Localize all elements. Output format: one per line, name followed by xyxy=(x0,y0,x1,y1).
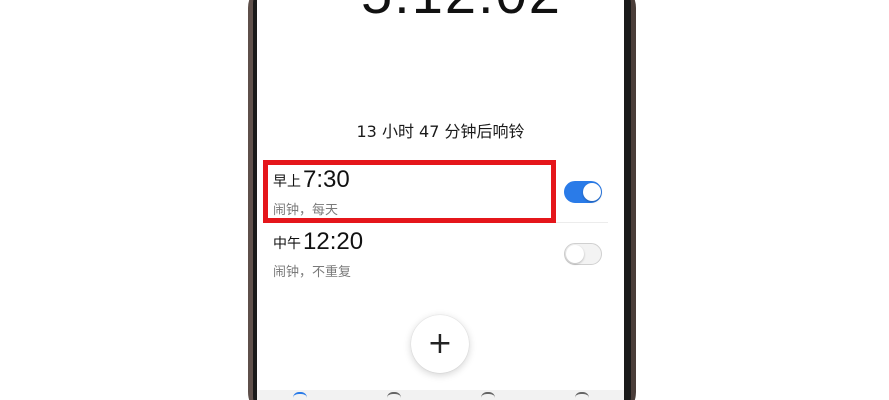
toggle-knob xyxy=(566,245,584,263)
clock-period: 傍晚 xyxy=(327,0,353,2)
plus-icon: + xyxy=(427,326,453,361)
alarm-toggle[interactable] xyxy=(564,243,602,265)
alarm-time-line: 早上 7:30 xyxy=(273,167,350,193)
alarm-time: 12:20 xyxy=(303,228,364,255)
tab-world-clock-icon[interactable] xyxy=(387,392,401,398)
alarm-period: 中午 xyxy=(273,236,301,252)
alarm-screen: 傍晚 5:12:02 13 小时 47 分钟后响铃 早上 7:30 闹钟，每天 … xyxy=(257,0,624,400)
current-clock: 傍晚 5:12:02 xyxy=(327,0,607,22)
toggle-knob xyxy=(583,183,601,201)
alarm-subtitle: 闹钟，不重复 xyxy=(273,265,352,280)
alarm-time-line: 中午 12:20 xyxy=(273,229,363,255)
alarm-subtitle: 闹钟，每天 xyxy=(273,203,339,218)
add-alarm-button[interactable]: + xyxy=(411,315,469,373)
tab-stopwatch-icon[interactable] xyxy=(481,392,495,398)
alarm-period: 早上 xyxy=(273,174,301,190)
clock-time: 5:12:02 xyxy=(361,0,562,22)
alarm-item[interactable]: 早上 7:30 闹钟，每天 xyxy=(273,163,608,223)
alarm-toggle[interactable] xyxy=(564,181,602,203)
next-alarm-countdown: 13 小时 47 分钟后响铃 xyxy=(356,122,525,141)
bottom-tab-bar xyxy=(257,390,624,400)
tab-alarm-icon[interactable] xyxy=(293,392,307,398)
tab-timer-icon[interactable] xyxy=(575,392,589,398)
alarm-item[interactable]: 中午 12:20 闹钟，不重复 xyxy=(273,225,608,285)
alarm-time: 7:30 xyxy=(303,166,350,193)
divider xyxy=(273,222,608,223)
